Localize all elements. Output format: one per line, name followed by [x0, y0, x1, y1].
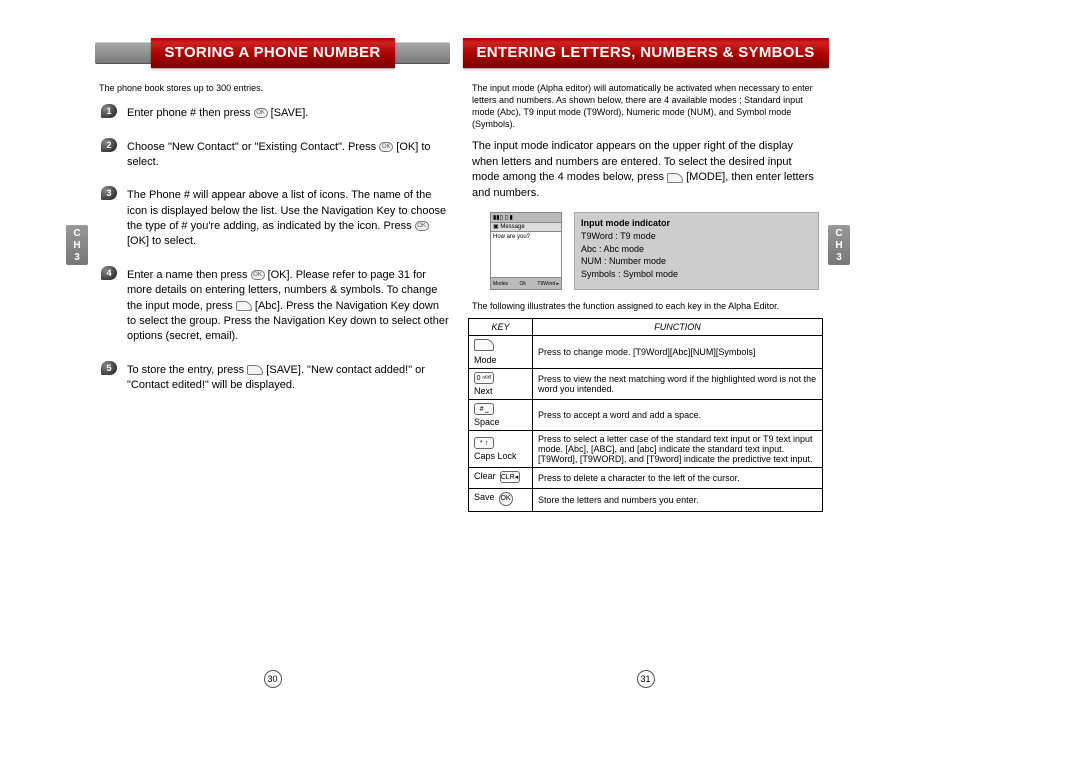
table-row: * ↑ Caps Lock Press to select a letter cas…: [469, 431, 823, 468]
ok-key-icon: OK: [379, 142, 393, 152]
phone-softkey-mid: Ok: [520, 278, 526, 289]
phone-softkeys: Modes Ok T9Word ▸: [491, 277, 561, 289]
phone-screen-body: How are you?: [491, 232, 561, 278]
table-row: # ⎵ Space Press to accept a word and add a…: [469, 400, 823, 431]
step-text: Enter phone # then press OK [SAVE].: [127, 106, 450, 121]
table-row: Save OK Store the letters and numbers you …: [469, 489, 823, 512]
key-label: Next: [474, 386, 527, 396]
ok-key-icon: OK: [415, 221, 429, 231]
key-label: Save: [474, 492, 495, 502]
table-row: Clear CLR◂ Press to delete a character to …: [469, 468, 823, 489]
step-bullet: 5: [101, 361, 117, 375]
step-text: The Phone # will appear above a list of …: [127, 188, 450, 250]
key-icon: [474, 339, 494, 351]
key-label: Space: [474, 417, 527, 427]
step-item: 1 Enter phone # then press OK [SAVE].: [95, 102, 450, 125]
step-text: Enter a name then press OK [OK]. Please …: [127, 268, 450, 345]
function-cell: Store the letters and numbers you enter.: [533, 489, 823, 512]
table-row: 0 ⁿᵉˣᵗ Next Press to view the next matchin…: [469, 369, 823, 400]
chapter-tab-right: C H 3: [828, 225, 850, 265]
key-cell: Mode: [469, 336, 533, 369]
page-title: ENTERING LETTERS, NUMBERS & SYMBOLS: [462, 38, 828, 68]
step-item: 2 Choose "New Contact" or "Existing Conta…: [95, 136, 450, 175]
key-label: Clear: [474, 471, 496, 481]
intro-text: The phone book stores up to 300 entries.: [99, 82, 444, 94]
page-number: 30: [264, 670, 282, 688]
header-bar: STORING A PHONE NUMBER: [95, 38, 450, 70]
step-item: 5 To store the entry, press [SAVE]. "New …: [95, 359, 450, 398]
phone-softkey-right: T9Word ▸: [537, 278, 559, 289]
function-cell: Press to delete a character to the left …: [533, 468, 823, 489]
page-left: STORING A PHONE NUMBER The phone book st…: [95, 38, 450, 688]
th-function: FUNCTION: [533, 319, 823, 336]
page-title: STORING A PHONE NUMBER: [150, 38, 394, 68]
imi-title: Input mode indicator: [581, 217, 812, 230]
key-icon: * ↑: [474, 437, 494, 449]
step-text: Choose "New Contact" or "Existing Contac…: [127, 140, 450, 171]
table-row: Mode Press to change mode. [T9Word][Abc][…: [469, 336, 823, 369]
key-cell: # ⎵ Space: [469, 400, 533, 431]
phone-screen-title: ▣ Message: [491, 223, 561, 232]
step-item: 3 The Phone # will appear above a list of…: [95, 184, 450, 254]
softkey-icon: [247, 365, 263, 375]
function-cell: Press to accept a word and add a space.: [533, 400, 823, 431]
phone-softkey-left: Modes: [493, 278, 508, 289]
softkey-icon: [667, 173, 683, 183]
th-key: KEY: [469, 319, 533, 336]
step-list: 1 Enter phone # then press OK [SAVE]. 2 Cho…: [95, 102, 450, 397]
ch-c: C: [73, 228, 80, 239]
imi-line: NUM : Number mode: [581, 255, 812, 268]
function-cell: Press to select a letter case of the sta…: [533, 431, 823, 468]
imi-line: T9Word : T9 mode: [581, 230, 812, 243]
imi-line: Abc : Abc mode: [581, 243, 812, 256]
phone-screenshot: ▮▮▯ ▯ ▮ ▣ Message How are you? Modes Ok …: [490, 212, 562, 290]
softkey-icon: [236, 301, 252, 311]
ok-key-icon: OK: [251, 270, 265, 280]
function-cell: Press to view the next matching word if …: [533, 369, 823, 400]
key-function-table: KEY FUNCTION Mode Press to change mode. […: [468, 318, 823, 512]
key-label: Mode: [474, 355, 527, 365]
key-icon: # ⎵: [474, 403, 494, 415]
body-paragraph: The input mode indicator appears on the …: [472, 139, 819, 203]
ok-key-icon: OK: [254, 108, 268, 118]
ch-n: 3: [74, 252, 80, 263]
ch-h: H: [73, 240, 80, 251]
key-icon: OK: [499, 492, 513, 506]
step-text: To store the entry, press [SAVE]. "New c…: [127, 363, 450, 394]
chapter-tab-left: C H 3: [66, 225, 88, 265]
page-right: ENTERING LETTERS, NUMBERS & SYMBOLS The …: [468, 38, 823, 688]
key-label: Caps Lock: [474, 451, 527, 461]
key-cell: * ↑ Caps Lock: [469, 431, 533, 468]
step-bullet: 4: [101, 266, 117, 280]
page-number: 31: [637, 670, 655, 688]
function-cell: Press to change mode. [T9Word][Abc][NUM]…: [533, 336, 823, 369]
step-bullet: 1: [101, 104, 117, 118]
input-mode-indicator-panel: ▮▮▯ ▯ ▮ ▣ Message How are you? Modes Ok …: [490, 212, 819, 290]
key-cell: Clear CLR◂: [469, 468, 533, 489]
intro-text: The input mode (Alpha editor) will autom…: [472, 82, 817, 131]
header-bar: ENTERING LETTERS, NUMBERS & SYMBOLS: [468, 38, 823, 70]
key-cell: 0 ⁿᵉˣᵗ Next: [469, 369, 533, 400]
input-mode-indicator-key: Input mode indicator T9Word : T9 mode Ab…: [574, 212, 819, 290]
table-intro: The following illustrates the function a…: [472, 300, 819, 312]
step-bullet: 2: [101, 138, 117, 152]
step-item: 4 Enter a name then press OK [OK]. Please…: [95, 264, 450, 349]
key-icon: CLR◂: [500, 471, 520, 483]
phone-status-bar: ▮▮▯ ▯ ▮: [491, 213, 561, 223]
key-icon: 0 ⁿᵉˣᵗ: [474, 372, 494, 384]
imi-line: Symbols : Symbol mode: [581, 268, 812, 281]
key-cell: Save OK: [469, 489, 533, 512]
step-bullet: 3: [101, 186, 117, 200]
